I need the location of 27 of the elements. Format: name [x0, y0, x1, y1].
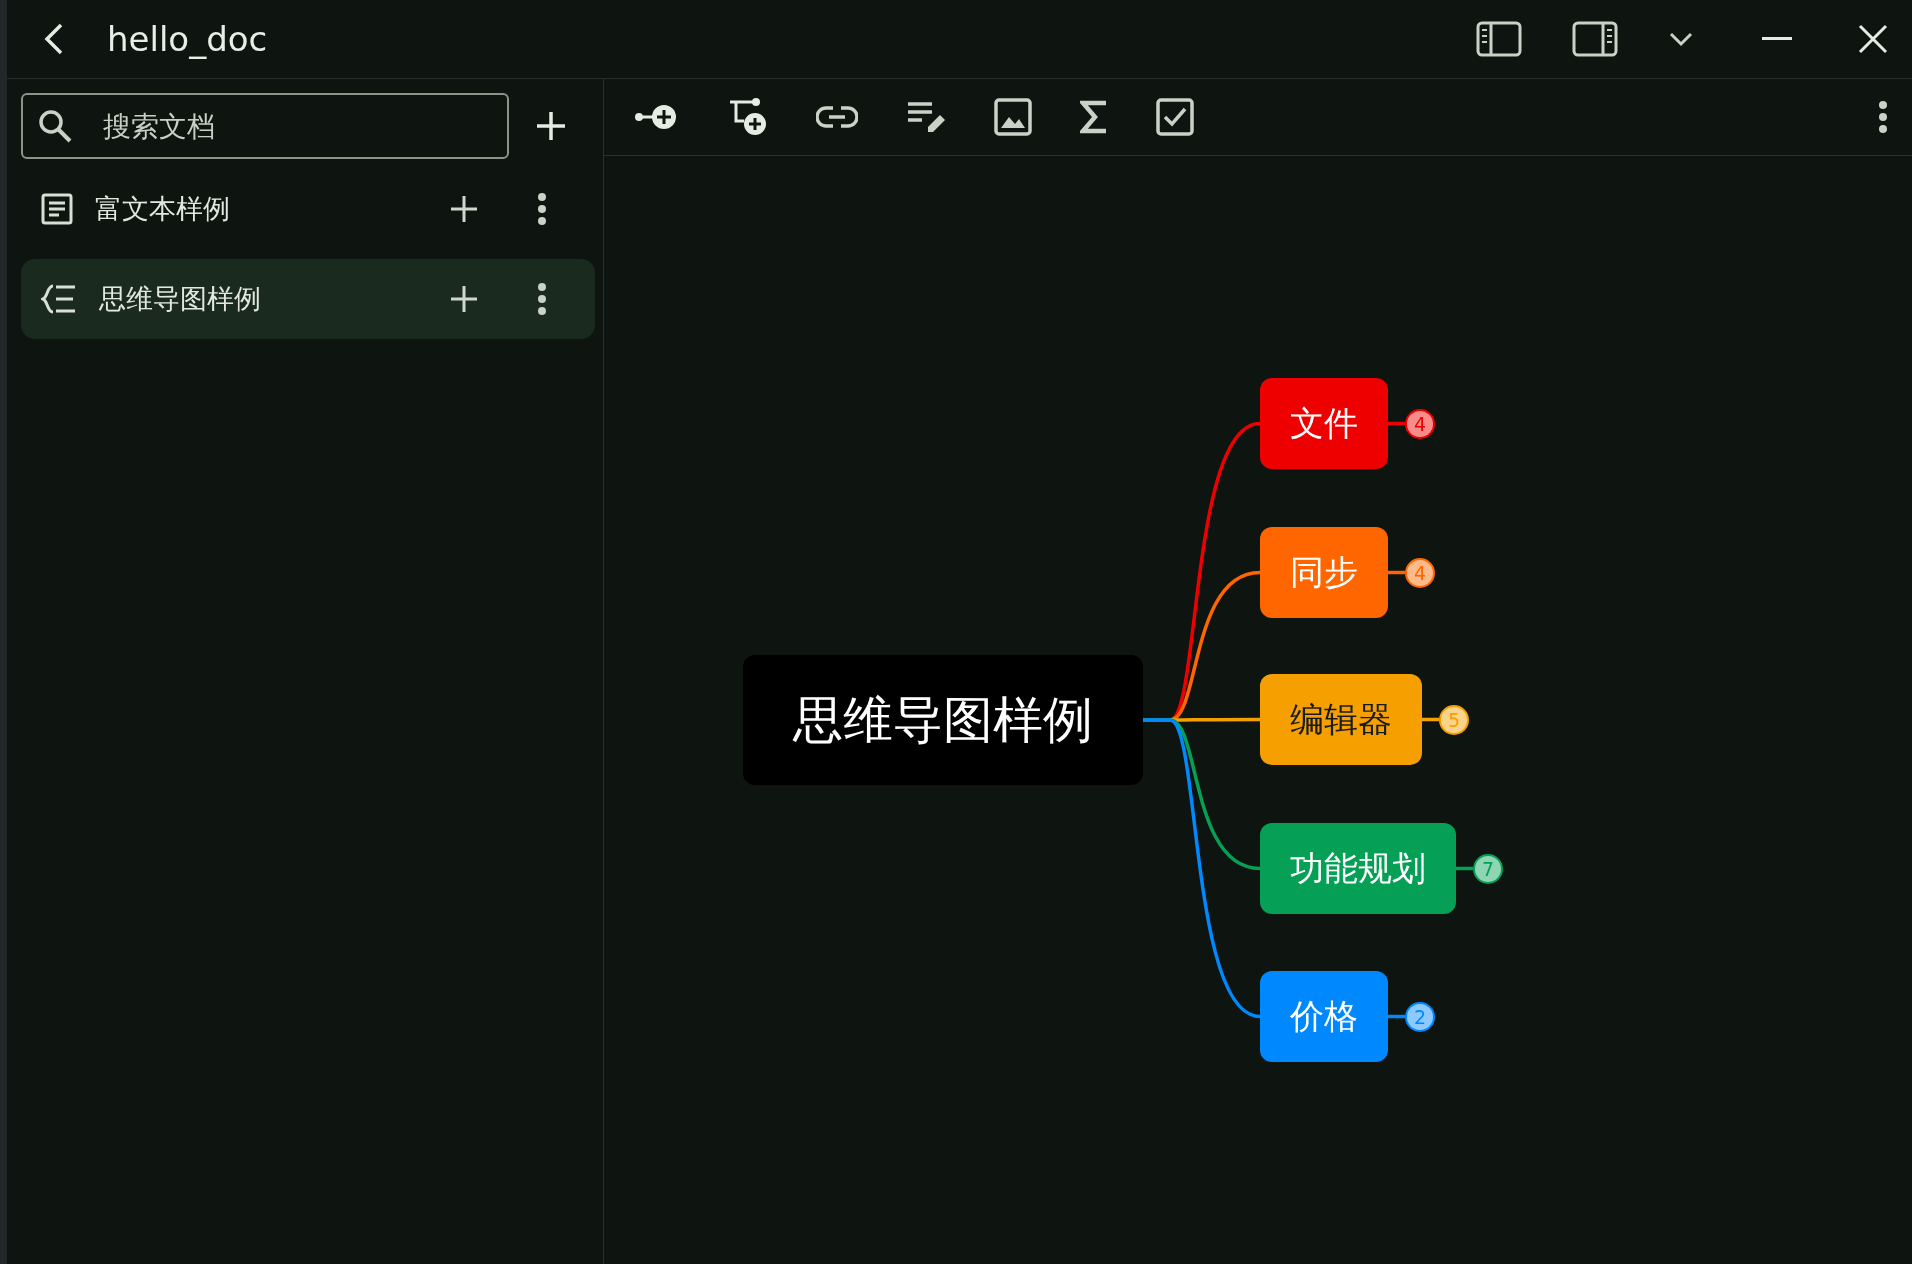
- mind-map-icon: [41, 283, 77, 315]
- document-item[interactable]: 富文本样例: [21, 169, 595, 249]
- child-count-badge[interactable]: 4: [1405, 408, 1435, 439]
- document-item[interactable]: 思维导图样例: [21, 259, 595, 339]
- back-icon[interactable]: [43, 22, 65, 56]
- child-count-badge[interactable]: 5: [1439, 704, 1469, 735]
- search-icon: [37, 108, 73, 144]
- document-title: 思维导图样例: [99, 282, 262, 316]
- chevron-down-icon[interactable]: [1668, 31, 1694, 47]
- more-options-icon[interactable]: [537, 192, 547, 226]
- search-input[interactable]: 搜索文档: [101, 108, 465, 144]
- branch-node: 编辑器: [1260, 674, 1422, 765]
- window-title: hello_doc: [107, 19, 269, 59]
- branch-node: 功能规划: [1260, 823, 1456, 914]
- child-count-badge[interactable]: 4: [1405, 557, 1435, 588]
- search-field[interactable]: 搜索文档: [21, 93, 509, 159]
- document-title: 富文本样例: [95, 192, 231, 226]
- more-options-icon[interactable]: [1878, 100, 1888, 134]
- minimize-icon[interactable]: [1762, 37, 1792, 41]
- document-icon: [41, 193, 73, 225]
- root-node: 思维导图样例: [743, 655, 1143, 785]
- child-count-badge[interactable]: 7: [1473, 853, 1503, 884]
- more-options-icon[interactable]: [537, 282, 547, 316]
- branch-node: 文件: [1260, 378, 1388, 469]
- child-count-badge[interactable]: 2: [1405, 1001, 1435, 1032]
- branch-node: 同步: [1260, 527, 1388, 618]
- branch-node: 价格: [1260, 971, 1388, 1062]
